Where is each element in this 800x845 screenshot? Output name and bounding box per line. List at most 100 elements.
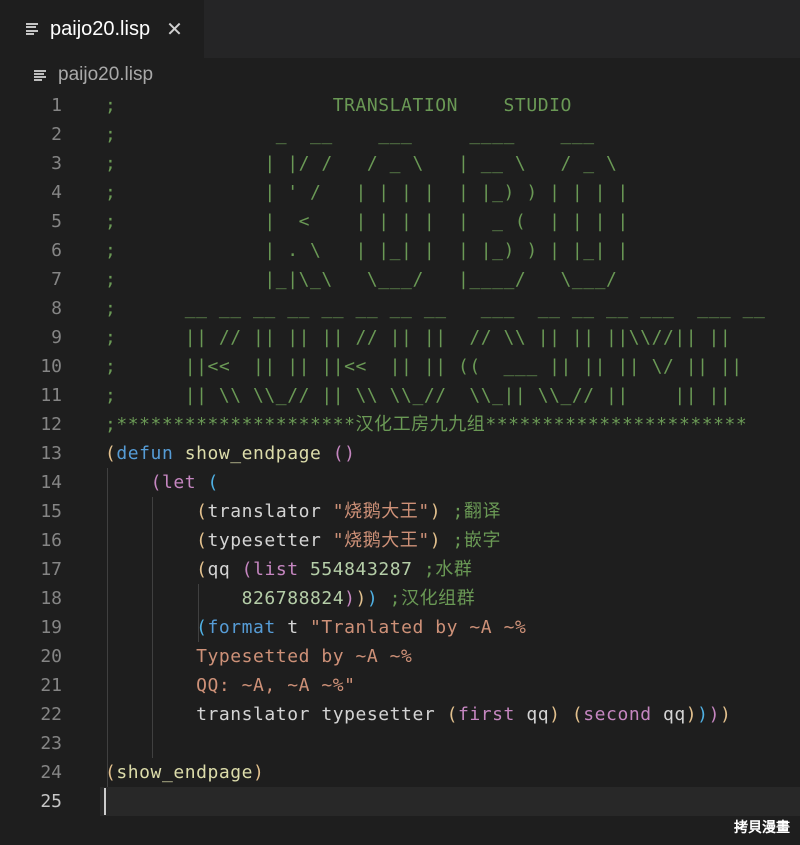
code-token: 554843287: [298, 559, 413, 580]
line-number: 20: [40, 646, 62, 667]
line-number: 4: [51, 182, 62, 203]
code-text: (typesetter "烧鹅大王") ;嵌字: [105, 526, 501, 555]
code-token: list: [253, 559, 299, 580]
editor-tab[interactable]: paijo20.lisp ✕: [0, 0, 204, 58]
line-number: 10: [40, 356, 62, 377]
code-text: (defun show_endpage (): [105, 439, 356, 468]
code-line[interactable]: 15 (translator "烧鹅大王") ;翻译: [0, 497, 800, 526]
file-lines-icon: [26, 22, 38, 36]
code-token: ; |_|\_\ \___/ |____/ \___/: [105, 269, 618, 290]
code-token: "Tranlated by ~A ~%: [310, 617, 527, 638]
breadcrumb[interactable]: paijo20.lisp: [34, 62, 153, 88]
code-token: (: [571, 704, 584, 725]
code-token: (: [196, 559, 208, 580]
code-line[interactable]: 21 QQ: ~A, ~A ~%": [0, 671, 800, 700]
close-icon[interactable]: ✕: [166, 19, 183, 39]
code-token: ): [685, 704, 698, 725]
code-token: "烧鹅大王": [332, 501, 430, 522]
code-token: (: [105, 443, 117, 464]
line-number: 1: [51, 95, 62, 116]
code-token: qq: [514, 704, 550, 725]
line-number: 14: [40, 472, 62, 493]
code-token: ; TRANSLATION STUDIO: [105, 95, 572, 116]
breadcrumb-file-label: paijo20.lisp: [58, 64, 154, 85]
text-cursor: [104, 788, 106, 815]
file-lines-icon: [34, 69, 46, 82]
code-token: defun: [116, 443, 174, 464]
code-token: ;嵌字: [441, 530, 502, 551]
code-line[interactable]: 11 ; || \\ \\_// || \\ \\_// \\_|| \\_// …: [0, 381, 800, 410]
code-token: ): [708, 704, 720, 725]
code-line[interactable]: 22 translator typesetter (first qq) (sec…: [0, 700, 800, 729]
code-line[interactable]: 6 ; | . \ | |_| | | |_) ) | |_| |: [0, 236, 800, 265]
line-number: 19: [40, 617, 62, 638]
code-text: ; ||<< || || ||<< || || (( ___ || || || …: [105, 352, 743, 381]
code-token: ): [429, 530, 442, 551]
code-line[interactable]: 23: [0, 729, 800, 758]
code-line[interactable]: 13 (defun show_endpage (): [0, 439, 800, 468]
line-number: 11: [40, 385, 62, 406]
code-line[interactable]: 25: [0, 787, 800, 816]
line-number: 6: [51, 240, 62, 261]
line-number: 15: [40, 501, 62, 522]
code-line[interactable]: 20 Typesetted by ~A ~%: [0, 642, 800, 671]
line-number: 24: [40, 762, 62, 783]
code-line[interactable]: 7 ; |_|\_\ \___/ |____/ \___/: [0, 265, 800, 294]
code-line[interactable]: 5 ; | < | | | | | _ ( | | | |: [0, 207, 800, 236]
code-line[interactable]: 1 ; TRANSLATION STUDIO: [0, 91, 800, 120]
code-token: ): [719, 704, 732, 725]
code-line[interactable]: 17 (qq (list 554843287 ;水群: [0, 555, 800, 584]
code-text: ; | ' / | | | | | |_) ) | | | |: [105, 178, 629, 207]
code-line[interactable]: 4 ; | ' / | | | | | |_) ) | | | |: [0, 178, 800, 207]
code-text: Typesetted by ~A ~%: [105, 642, 412, 671]
code-line[interactable]: 9 ; || // || || || // || || // \\ || || |…: [0, 323, 800, 352]
code-text: (show_endpage): [105, 758, 264, 787]
line-number: 17: [40, 559, 62, 580]
code-token: qq: [651, 704, 686, 725]
code-token: ; || // || || || // || || // \\ || || ||…: [105, 327, 732, 348]
code-line[interactable]: 14 (let (: [0, 468, 800, 497]
code-line[interactable]: 18 826788824))) ;汉化组群: [0, 584, 800, 613]
code-token: "烧鹅大王": [332, 530, 430, 551]
code-text: ;*********************汉化工房九九组***********…: [105, 410, 747, 439]
code-line[interactable]: 10 ; ||<< || || ||<< || || (( ___ || || |…: [0, 352, 800, 381]
line-number: 8: [51, 298, 62, 319]
line-number: 3: [51, 153, 62, 174]
code-token: ): [253, 762, 265, 783]
code-line[interactable]: 24 (show_endpage): [0, 758, 800, 787]
line-number: 9: [51, 327, 62, 348]
code-line[interactable]: 2 ; _ __ ___ ____ ___: [0, 120, 800, 149]
code-token: ): [344, 588, 356, 609]
code-token: second: [583, 704, 652, 725]
code-token: (: [241, 559, 254, 580]
code-text: (format t "Tranlated by ~A ~%: [105, 613, 526, 642]
code-text: translator typesetter (first qq) (second…: [105, 700, 731, 729]
code-token: ; | . \ | |_| | | |_) ) | |_| |: [105, 240, 629, 261]
code-token: (: [207, 472, 219, 493]
code-token: ;*********************汉化工房九九组***********…: [105, 414, 748, 435]
code-text: ; __ __ __ __ __ __ __ __ ___ __ __ __ _…: [105, 294, 765, 323]
code-text: QQ: ~A, ~A ~%": [105, 671, 356, 700]
line-number: 16: [40, 530, 62, 551]
code-token: show_endpage: [173, 443, 333, 464]
code-line[interactable]: 19 (format t "Tranlated by ~A ~%: [0, 613, 800, 642]
code-line[interactable]: 16 (typesetter "烧鹅大王") ;嵌字: [0, 526, 800, 555]
code-token: ): [549, 704, 561, 725]
watermark-text: 拷貝漫畫: [734, 820, 790, 836]
line-number: 25: [40, 791, 62, 812]
current-line-highlight: [100, 787, 800, 816]
code-token: translator typesetter: [105, 704, 447, 725]
code-line[interactable]: 12 ;*********************汉化工房九九组*********…: [0, 410, 800, 439]
code-line[interactable]: 8 ; __ __ __ __ __ __ __ __ ___ __ __ __ …: [0, 294, 800, 323]
code-text: ; | . \ | |_| | | |_) ) | |_| |: [105, 236, 629, 265]
line-number: 2: [51, 124, 62, 145]
code-text: ; || \\ \\_// || \\ \\_// \\_|| \\_// ||…: [105, 381, 731, 410]
code-token: ;水群: [412, 559, 473, 580]
code-token: ; __ __ __ __ __ __ __ __ ___ __ __ __ _…: [105, 298, 766, 319]
code-token: (: [150, 472, 162, 493]
code-line[interactable]: 3 ; | |/ / / _ \ | __ \ / _ \: [0, 149, 800, 178]
code-token: ): [355, 588, 367, 609]
